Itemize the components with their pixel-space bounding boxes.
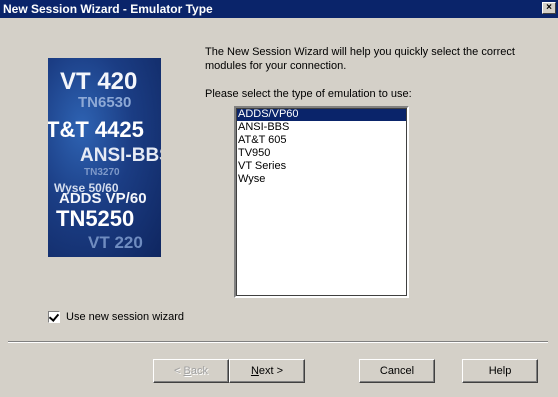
banner-text: TN5250 [56,206,135,231]
list-item[interactable]: VT Series [236,160,407,173]
next-button[interactable]: Next > [229,359,305,383]
list-item[interactable]: TV950 [236,147,407,160]
banner-text: ANSI-BBS [80,145,161,166]
emulation-type-listbox[interactable]: ADDS/VP60 ANSI-BBS AT&T 605 TV950 VT Ser… [234,106,409,298]
list-item[interactable]: ANSI-BBS [236,121,407,134]
banner-text: VT 220 [88,233,143,252]
window-title: New Session Wizard - Emulator Type [3,2,213,16]
wizard-intro-text: The New Session Wizard will help you qui… [205,46,515,72]
close-icon: × [546,2,552,13]
list-item[interactable]: Wyse [236,173,407,186]
emulator-banner-image: VT 420 TN6530 T&T 4425 ANSI-BBS TN3270 W… [48,58,161,257]
use-wizard-label[interactable]: Use new session wizard [66,311,184,323]
close-button[interactable]: × [542,2,556,14]
banner-text: TN3270 [84,167,120,178]
list-item[interactable]: ADDS/VP60 [236,108,407,121]
use-wizard-option[interactable]: Use new session wizard [48,311,184,323]
use-wizard-checkbox[interactable] [48,311,60,323]
cancel-button[interactable]: Cancel [359,359,435,383]
next-label-rest: ext > [258,365,284,377]
title-bar[interactable]: New Session Wizard - Emulator Type × [0,0,558,18]
help-button[interactable]: Help [462,359,538,383]
banner-text: VT 420 [60,68,138,95]
back-accelerator: B [183,365,191,377]
banner-text: T&T 4425 [48,117,144,142]
back-prefix: < [174,365,184,377]
button-separator [8,341,548,343]
banner-text: TN6530 [78,94,132,111]
next-accelerator: N [250,365,259,377]
emulation-prompt-label: Please select the type of emulation to u… [205,88,412,100]
back-button[interactable]: < Back [153,359,229,383]
back-label-rest: ack [190,365,208,377]
list-item[interactable]: AT&T 605 [236,134,407,147]
banner-text: ADDS VP/60 [59,190,147,207]
